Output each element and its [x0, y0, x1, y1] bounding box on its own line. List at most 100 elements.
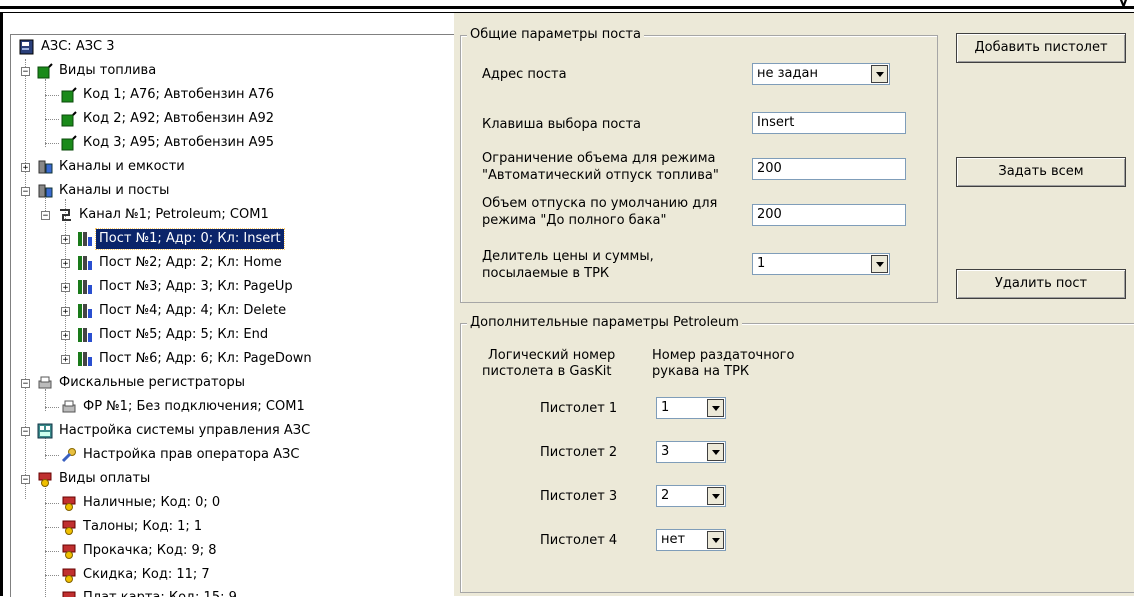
expand-toggle[interactable]: + — [61, 283, 70, 293]
cash-register-icon — [61, 495, 77, 511]
default-volume-input[interactable]: 200 — [752, 204, 906, 226]
tree-node-fiscal[interactable]: Фискальные регистраторы — [37, 373, 248, 393]
select-value: 1 — [757, 256, 766, 271]
tree-node-operator-rights[interactable]: Настройка прав оператора АЗС — [61, 445, 302, 465]
fuel-post-icon — [77, 279, 93, 295]
pistol-4-label: Пистолет 4 — [540, 533, 618, 548]
limit-input[interactable]: 200 — [752, 158, 906, 180]
delete-post-button[interactable]: Удалить пост — [956, 269, 1126, 299]
dropdown-arrow-icon[interactable] — [707, 443, 724, 461]
tree-node-post-3[interactable]: Пост №3; Адр: 3; Кл: PageUp — [77, 277, 296, 297]
control-panel-icon — [37, 423, 53, 439]
select-value: 2 — [661, 488, 670, 503]
column-header-hose-line1: Номер раздаточного — [652, 348, 795, 363]
tree-node-post-6[interactable]: Пост №6; Адр: 6; Кл: PageDown — [77, 349, 315, 369]
tree-node-fuel-types[interactable]: Виды топлива — [37, 61, 159, 81]
set-all-button[interactable]: Задать всем — [956, 157, 1126, 187]
fuel-can-icon — [61, 135, 77, 151]
select-value: 3 — [661, 444, 670, 459]
expand-toggle[interactable]: + — [61, 235, 70, 245]
cash-register-icon — [37, 471, 53, 487]
tree-node-post-5[interactable]: Пост №5; Адр: 5; Кл: End — [77, 325, 271, 345]
tree-root-node[interactable]: АЗС: АЗС 3 — [19, 37, 118, 57]
collapse-toggle[interactable]: − — [21, 379, 30, 389]
tree-connector — [45, 485, 46, 597]
collapse-toggle[interactable]: − — [21, 427, 30, 437]
dropdown-arrow-icon[interactable] — [871, 65, 888, 83]
tree-node-fuel-1[interactable]: Код 1; А76; Автобензин А76 — [61, 85, 277, 105]
header-text-fragment: у — [1118, 0, 1128, 10]
collapse-toggle[interactable]: − — [41, 211, 50, 221]
key-icon — [61, 447, 77, 463]
tree-node-payment-4[interactable]: Скидка; Код: 11; 7 — [61, 565, 213, 585]
dropdown-arrow-icon[interactable] — [707, 399, 724, 417]
page-left-border — [0, 13, 3, 596]
dropdown-arrow-icon[interactable] — [707, 487, 724, 505]
tree-node-channel-1[interactable]: Канал №1; Petroleum; COM1 — [57, 205, 272, 225]
tree-label: Виды топлива — [59, 63, 157, 78]
address-label: Адрес поста — [482, 67, 567, 82]
tree-node-payment[interactable]: Виды оплаты — [37, 469, 153, 489]
fuel-post-icon — [77, 255, 93, 271]
tree-label: Настройка прав оператора АЗС — [83, 447, 300, 462]
tree-connector — [45, 119, 59, 120]
limit-label-line2: "Автоматический отпуск топлива" — [482, 168, 719, 183]
cash-register-icon — [61, 519, 77, 535]
dropdown-arrow-icon[interactable] — [707, 531, 724, 549]
tree-node-fuel-2[interactable]: Код 2; А92; Автобензин А92 — [61, 109, 277, 129]
tree-label: Пост №1; Адр: 0; Кл: Insert — [95, 228, 285, 250]
collapse-toggle[interactable]: − — [21, 67, 30, 77]
address-select[interactable]: не задан — [752, 63, 890, 85]
tree-connector — [45, 527, 59, 528]
tree-label: Пост №3; Адр: 3; Кл: PageUp — [99, 279, 293, 294]
tree-node-fuel-3[interactable]: Код 3; А95; Автобензин А95 — [61, 133, 277, 153]
pistol-3-hose-select[interactable]: 2 — [656, 485, 726, 507]
tree-label: Пост №5; Адр: 5; Кл: End — [99, 327, 269, 342]
default-volume-label-line2: режима "До полного бака" — [482, 213, 667, 228]
fuel-can-icon — [61, 111, 77, 127]
tree-node-post-2[interactable]: Пост №2; Адр: 2; Кл: Home — [77, 253, 285, 273]
tree-node-post-1[interactable]: Пост №1; Адр: 0; Кл: Insert — [77, 228, 285, 250]
tree-label: Код 3; А95; Автобензин А95 — [83, 135, 275, 150]
column-header-hose-line2: рукава на ТРК — [652, 364, 750, 379]
fuel-can-icon — [37, 63, 53, 79]
dropdown-arrow-icon[interactable] — [871, 255, 888, 273]
fuel-post-icon — [77, 303, 93, 319]
pistol-1-hose-select[interactable]: 1 — [656, 397, 726, 419]
select-value: 1 — [661, 400, 670, 415]
tree-node-payment-1[interactable]: Наличные; Код: 0; 0 — [61, 493, 223, 513]
fuel-post-icon — [77, 351, 93, 367]
tank-icon — [37, 159, 53, 175]
pistol-1-label: Пистолет 1 — [540, 401, 618, 416]
tree-label: Код 2; А92; Автобензин А92 — [83, 111, 275, 126]
tree-node-channels-posts[interactable]: Каналы и посты — [37, 181, 172, 201]
tree-node-fiscal-1[interactable]: ФР №1; Без подключения; COM1 — [61, 397, 308, 417]
fuel-can-icon — [61, 87, 77, 103]
expand-toggle[interactable]: + — [61, 355, 70, 365]
tree-connector — [45, 95, 59, 96]
cash-register-icon — [61, 567, 77, 583]
collapse-toggle[interactable]: − — [21, 475, 30, 485]
tree-node-payment-2[interactable]: Талоны; Код: 1; 1 — [61, 517, 205, 537]
tree-node-payment-3[interactable]: Прокачка; Код: 9; 8 — [61, 541, 220, 561]
pistol-4-hose-select[interactable]: нет — [656, 529, 726, 551]
tree-node-control[interactable]: Настройка системы управления АЗС — [37, 421, 313, 441]
divider-select[interactable]: 1 — [752, 253, 890, 275]
expand-toggle[interactable]: + — [61, 259, 70, 269]
printer-icon — [37, 375, 53, 391]
pistol-2-hose-select[interactable]: 3 — [656, 441, 726, 463]
tree-connector — [45, 455, 59, 456]
tree-label: Канал №1; Petroleum; COM1 — [79, 207, 269, 222]
expand-toggle[interactable]: + — [61, 307, 70, 317]
settings-tree[interactable]: АЗС: АЗС 3 − Виды топлива Код 1; А76; Ав… — [10, 34, 455, 597]
key-input[interactable]: Insert — [752, 112, 906, 134]
tree-node-post-4[interactable]: Пост №4; Адр: 4; Кл: Delete — [77, 301, 289, 321]
tree-connector — [45, 551, 59, 552]
tree-node-channels-tanks[interactable]: Каналы и емкости — [37, 157, 188, 177]
collapse-toggle[interactable]: − — [21, 187, 30, 197]
add-pistol-button[interactable]: Добавить пистолет — [956, 33, 1126, 63]
limit-label-line1: Ограничение объема для режима — [482, 151, 716, 166]
tree-label: Каналы и емкости — [59, 159, 185, 174]
expand-toggle[interactable]: + — [61, 331, 70, 341]
expand-toggle[interactable]: + — [21, 163, 30, 173]
